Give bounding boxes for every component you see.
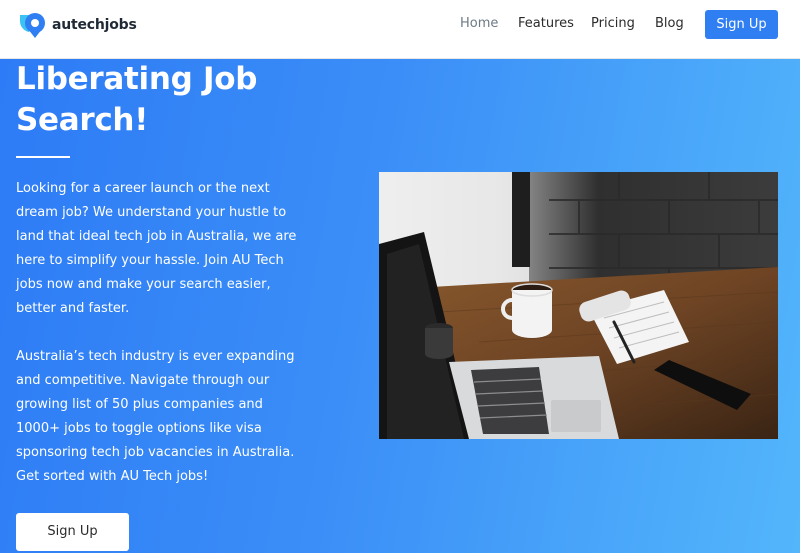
workspace-photo-illustration: [379, 172, 778, 439]
nav-link-blog[interactable]: Blog: [655, 16, 684, 32]
nav-link-home[interactable]: Home: [460, 16, 498, 32]
hero-section: Liberating Job Search! Looking for a car…: [0, 59, 800, 553]
nav-link-features[interactable]: Features: [518, 16, 574, 32]
hero-paragraph-industry: Australia’s tech industry is ever expand…: [16, 349, 295, 484]
nav-signup-button[interactable]: Sign Up: [705, 10, 778, 39]
hero-title-line-2: Search!: [16, 102, 149, 138]
hero-title: Liberating Job Search!: [16, 59, 346, 141]
hero-title-line-1: Liberating Job: [16, 61, 258, 97]
nav-link-pricing[interactable]: Pricing: [591, 16, 635, 32]
hero-paragraph-intro: Looking for a career launch or the next …: [16, 181, 297, 316]
main-navigation: Home Features Pricing Blog: [0, 0, 800, 59]
hero-signup-button[interactable]: Sign Up: [16, 513, 129, 551]
title-divider: [16, 156, 70, 158]
hero-workspace-photo: [379, 172, 778, 439]
top-navbar: autechjobs Home Features Pricing Blog Si…: [0, 0, 800, 59]
